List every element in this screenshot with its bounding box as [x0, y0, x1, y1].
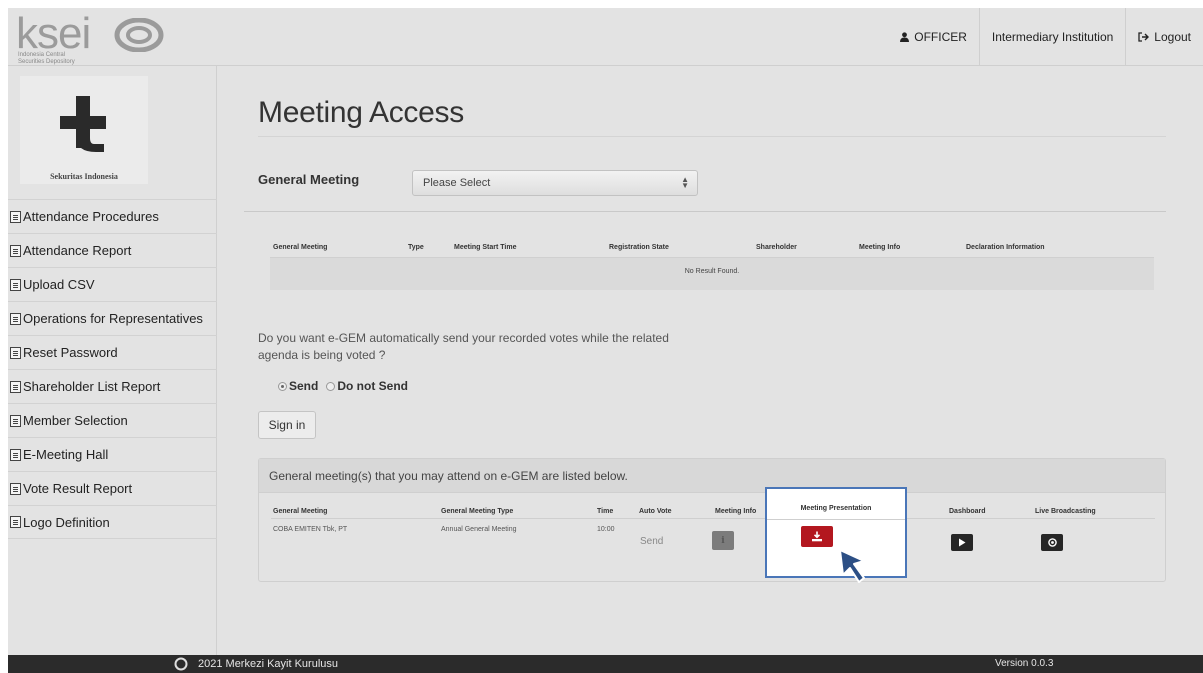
meeting-presentation-download-button[interactable]	[801, 526, 833, 547]
column-header: Meeting Start Time	[454, 244, 517, 251]
sidebar-item-attendance-procedures[interactable]: Attendance Procedures	[8, 199, 217, 233]
panel-heading: General meeting(s) that you may attend o…	[259, 459, 1165, 493]
column-header: Declaration Information	[966, 244, 1045, 251]
header-actions: OFFICER Intermediary Institution Logout	[888, 8, 1203, 66]
logout-label: Logout	[1154, 30, 1191, 44]
page-title: Meeting Access	[258, 96, 464, 129]
document-icon	[10, 278, 21, 291]
column-header: General Meeting Type	[441, 508, 514, 515]
sidebar-item-vote-result-report[interactable]: Vote Result Report	[8, 471, 217, 505]
divider	[244, 211, 1166, 212]
divider	[258, 136, 1166, 137]
info-icon: i	[721, 535, 725, 546]
sign-in-button[interactable]: Sign in	[258, 411, 316, 439]
auto-send-radio-group: Send Do not Send	[278, 379, 408, 393]
column-header: Type	[408, 244, 424, 251]
column-header: General Meeting	[273, 244, 328, 251]
column-header: Time	[597, 508, 614, 515]
play-icon	[959, 538, 966, 547]
column-header: Shareholder	[756, 244, 797, 251]
document-icon	[10, 244, 21, 257]
sidebar-item-member-selection[interactable]: Member Selection	[8, 403, 217, 437]
attendable-meetings-panel: General meeting(s) that you may attend o…	[258, 458, 1166, 582]
ksei-logo[interactable]: ksei Indonesia Central Securities Deposi…	[12, 9, 172, 65]
institution-brand: Sekuritas Indonesia	[20, 76, 148, 184]
cell-meeting-type: Annual General Meeting	[441, 526, 517, 533]
sidebar-item-e-meeting-hall[interactable]: E-Meeting Hall	[8, 437, 217, 471]
meeting-info-button[interactable]: i	[712, 531, 734, 550]
sidebar-nav: Attendance Procedures Attendance Report …	[8, 199, 217, 539]
user-icon	[900, 32, 910, 42]
cell-time: 10:00	[597, 526, 615, 533]
general-meeting-select[interactable]: Please Select ▲ ▼	[412, 170, 698, 196]
brand-caption: Sekuritas Indonesia	[50, 172, 118, 181]
download-icon	[812, 531, 822, 542]
dashboard-button[interactable]	[951, 534, 973, 551]
institution-label: Intermediary Institution	[991, 30, 1114, 44]
document-icon	[10, 210, 21, 223]
version-text: Version 0.0.3	[995, 658, 1054, 669]
user-role-label: OFFICER	[914, 30, 967, 44]
meeting-presentation-highlight: Meeting Presentation	[765, 487, 907, 578]
column-header: Live Broadcasting	[1035, 508, 1096, 515]
footer: 2021 Merkezi Kayit Kurulusu Version 0.0.…	[8, 655, 1203, 673]
sidebar-item-reset-password[interactable]: Reset Password	[8, 335, 217, 369]
mkk-logo-icon	[174, 657, 188, 671]
document-icon	[10, 516, 21, 528]
user-menu[interactable]: OFFICER	[888, 8, 979, 66]
document-icon	[10, 482, 21, 495]
logout-button[interactable]: Logout	[1125, 8, 1203, 66]
radio-checked-icon	[278, 382, 287, 392]
document-icon	[10, 380, 21, 393]
column-header: General Meeting	[273, 508, 328, 515]
select-value: Please Select	[423, 177, 491, 189]
record-icon	[1047, 538, 1057, 547]
radio-send[interactable]: Send	[278, 379, 318, 393]
divider	[767, 519, 905, 520]
ksei-swirl-icon	[114, 18, 164, 52]
general-meeting-label: General Meeting	[258, 172, 360, 187]
logo-wordmark: ksei	[16, 9, 91, 58]
sidebar-item-shareholder-list-report[interactable]: Shareholder List Report	[8, 369, 217, 403]
document-icon	[10, 346, 21, 359]
sidebar: Sekuritas Indonesia Attendance Procedure…	[8, 66, 217, 655]
column-header: Meeting Info	[715, 508, 757, 515]
document-icon	[10, 448, 21, 461]
cell-auto-vote: Send	[640, 536, 664, 547]
no-result-message: No Result Found.	[270, 258, 1154, 290]
grid-header-row: General Meeting General Meeting Type Tim…	[271, 505, 1155, 519]
auto-send-question: Do you want e-GEM automatically send you…	[258, 331, 669, 362]
sidebar-item-attendance-report[interactable]: Attendance Report	[8, 233, 217, 267]
top-header: ksei Indonesia Central Securities Deposi…	[8, 8, 1203, 66]
column-header: Meeting Presentation	[800, 505, 872, 512]
app-window: ksei Indonesia Central Securities Deposi…	[8, 8, 1203, 673]
sidebar-item-upload-csv[interactable]: Upload CSV	[8, 267, 217, 301]
institution-link[interactable]: Intermediary Institution	[978, 8, 1125, 66]
meeting-grid-header: General Meeting Type Meeting Start Time …	[270, 238, 1154, 258]
select-arrows-icon: ▲ ▼	[681, 175, 689, 190]
logo-subtitle: Indonesia Central Securities Depository	[18, 52, 75, 65]
sidebar-item-logo-definition[interactable]: Logo Definition	[8, 505, 217, 539]
document-icon	[10, 414, 21, 427]
column-header: Dashboard	[949, 508, 986, 515]
column-header: Registration State	[609, 244, 669, 251]
column-header: Auto Vote	[639, 508, 672, 515]
radio-unchecked-icon	[326, 382, 336, 392]
logout-icon	[1138, 32, 1150, 42]
copyright-text: 2021 Merkezi Kayit Kurulusu	[198, 658, 339, 670]
document-icon	[10, 312, 21, 325]
live-broadcasting-button[interactable]	[1041, 534, 1063, 551]
sidebar-item-operations-for-representatives[interactable]: Operations for Representatives	[8, 301, 217, 335]
cell-general-meeting: COBA EMITEN Tbk, PT	[273, 526, 348, 533]
column-header: Meeting Info	[859, 244, 901, 251]
sekuritas-logo-icon	[60, 96, 106, 152]
radio-do-not-send[interactable]: Do not Send	[326, 379, 408, 393]
mouse-cursor-icon	[839, 549, 865, 583]
main-content: Meeting Access General Meeting Please Se…	[244, 66, 1184, 655]
